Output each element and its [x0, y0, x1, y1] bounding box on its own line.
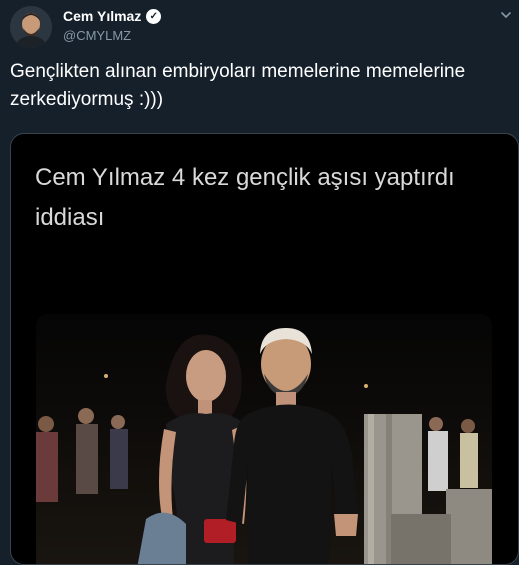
media-card[interactable]: Cem Yılmaz 4 kez gençlik aşısı yaptırdı … — [10, 133, 519, 565]
verified-badge-icon: ✓ — [146, 8, 162, 24]
tweet-text: Gençlikten alınan embiryoları memelerine… — [10, 61, 466, 110]
author-avatar[interactable] — [10, 6, 52, 48]
author-name-row[interactable]: Cem Yılmaz ✓ — [63, 8, 162, 24]
photo[interactable] — [36, 314, 492, 564]
author-handle[interactable]: @CMYLMZ — [63, 28, 131, 43]
card-headline: Cem Yılmaz 4 kez gençlik aşısı yaptırdı … — [35, 164, 455, 231]
chevron-down-icon[interactable] — [499, 8, 513, 22]
tweet: Cem Yılmaz ✓ @CMYLMZ Gençlikten alınan e… — [0, 0, 519, 565]
author-name[interactable]: Cem Yılmaz — [63, 8, 141, 24]
